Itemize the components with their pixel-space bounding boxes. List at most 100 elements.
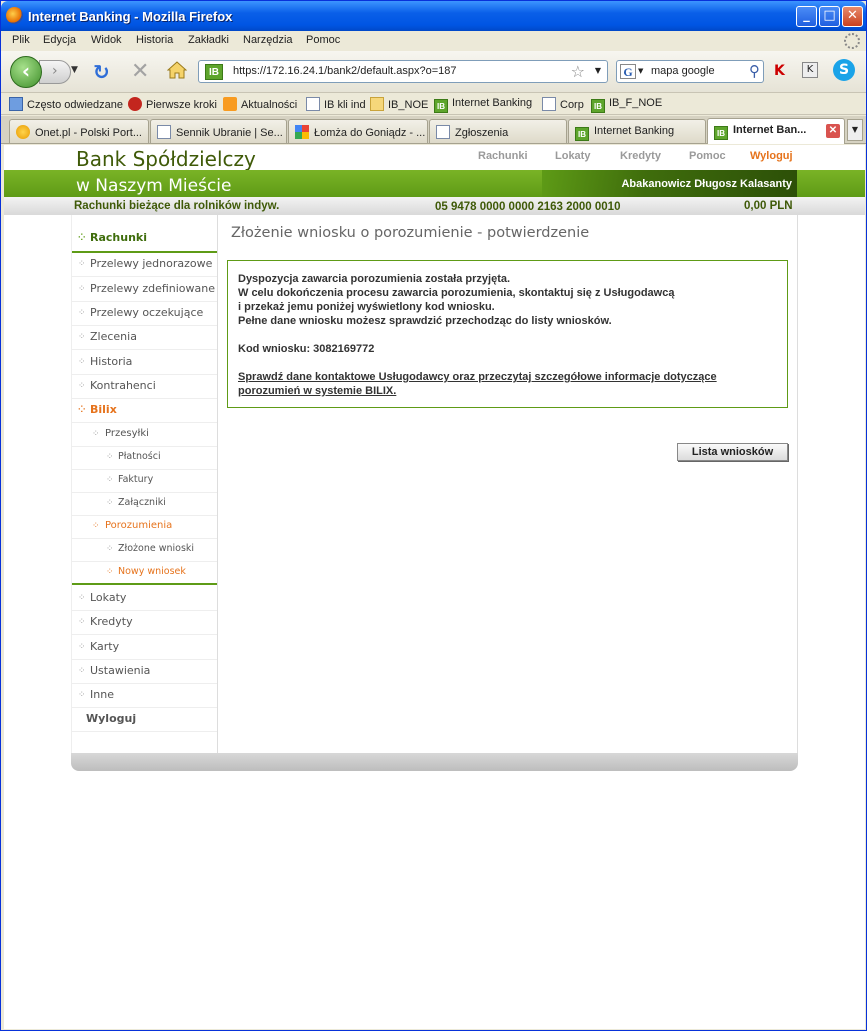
title-bar: Internet Banking - Mozilla Firefox _ □ ✕ (1, 1, 866, 31)
page-icon (436, 125, 450, 139)
page-footer-bar (71, 753, 798, 771)
menu-plik[interactable]: Plik (12, 34, 30, 46)
url-bar[interactable]: IB https://172.16.24.1/bank2/default.asp… (198, 60, 608, 83)
bookmark-aktualnosci[interactable]: Aktualności (223, 97, 297, 111)
bookmark-corp[interactable]: Corp (542, 97, 584, 111)
home-icon[interactable] (167, 61, 187, 79)
stop-icon[interactable]: ✕ (131, 59, 149, 84)
menu-widok[interactable]: Widok (91, 34, 122, 46)
firefox-icon (6, 7, 23, 24)
minimize-button[interactable]: _ (796, 6, 817, 27)
search-box[interactable]: G ▼ mapa google ⚲ (616, 60, 764, 83)
sidebar-item-karty[interactable]: ⁘ Karty (72, 636, 217, 660)
sidebar-item-lokaty[interactable]: ⁘ Lokaty (72, 587, 217, 611)
top-nav-lokaty[interactable]: Lokaty (555, 150, 590, 162)
addon-k-icon[interactable]: K (802, 62, 818, 78)
sidebar: ⁘ Rachunki ⁘ Przelewy jednorazowe ⁘ Przelew… (71, 215, 218, 753)
main-panel: Złożenie wniosku o porozumienie - potwie… (218, 215, 798, 753)
sidebar-item-porozumienia[interactable]: ⁘ Porozumienia (72, 515, 217, 539)
sidebar-item-ustawienia[interactable]: ⁘ Ustawienia (72, 660, 217, 684)
close-button[interactable]: ✕ (842, 6, 863, 27)
url-text[interactable]: https://172.16.24.1/bank2/default.aspx?o… (233, 65, 457, 77)
tab-zgloszenia[interactable]: Zgłoszenia (429, 119, 567, 143)
tab-internet-banking-active[interactable]: IB Internet Ban... ✕ (707, 118, 845, 144)
tab-lomza[interactable]: Łomża do Goniądz - ... (288, 119, 428, 143)
bullet-icon: ⁘ (78, 233, 86, 243)
menu-narzedzia[interactable]: Narzędzia (243, 34, 293, 46)
maximize-button[interactable]: □ (819, 6, 840, 27)
contact-info-link[interactable]: Sprawdź dane kontaktowe Usługodawcy oraz… (238, 371, 717, 397)
search-input[interactable]: mapa google (651, 65, 715, 77)
sidebar-item-przelewy-zdefiniowane[interactable]: ⁘ Przelewy zdefiniowane (72, 278, 217, 302)
menu-historia[interactable]: Historia (136, 34, 173, 46)
sidebar-item-platnosci[interactable]: ⁘ Płatności (72, 446, 217, 470)
bullet-icon: ⁘ (78, 357, 86, 367)
sidebar-item-faktury[interactable]: ⁘ Faktury (72, 469, 217, 493)
onet-icon (16, 125, 30, 139)
page-content: Bank Spółdzielczy Rachunki Lokaty Kredyt… (4, 145, 865, 1029)
sidebar-item-zlozone-wnioski[interactable]: ⁘ Złożone wnioski (72, 538, 217, 562)
header-green-bar: w Naszym Mieście Abakanowicz Długosz Kal… (4, 170, 865, 197)
menu-zakladki[interactable]: Zakładki (188, 34, 229, 46)
reload-icon[interactable]: ↻ (93, 60, 110, 84)
page-icon (157, 125, 171, 139)
tab-sennik[interactable]: Sennik Ubranie | Se... (150, 119, 287, 143)
bookmark-ib-noe[interactable]: IB_NOE (370, 97, 428, 111)
bullet-icon: ⁘ (78, 593, 86, 603)
sidebar-item-nowy-wniosek[interactable]: ⁘ Nowy wniosek (72, 561, 217, 585)
sidebar-item-zlecenia[interactable]: ⁘ Zlecenia (72, 326, 217, 350)
message-line: Dyspozycja zawarcia porozumienia została… (238, 273, 511, 285)
sidebar-item-przesylki[interactable]: ⁘ Przesyłki (72, 423, 217, 447)
bookmark-ib-kli-ind[interactable]: IB kli ind (306, 97, 366, 111)
folder-icon (370, 97, 384, 111)
skype-icon[interactable]: S (833, 59, 855, 81)
top-nav-pomoc[interactable]: Pomoc (689, 150, 726, 162)
bullet-icon: ⁘ (78, 666, 86, 676)
sidebar-item-inne[interactable]: ⁘ Inne (72, 684, 217, 708)
sidebar-item-wyloguj[interactable]: Wyloguj (72, 708, 217, 732)
top-nav-rachunki[interactable]: Rachunki (478, 150, 528, 162)
menu-edycja[interactable]: Edycja (43, 34, 76, 46)
sidebar-item-historia[interactable]: ⁘ Historia (72, 351, 217, 375)
search-icon[interactable]: ⚲ (749, 62, 760, 80)
page-title: Złożenie wniosku o porozumienie - potwie… (231, 225, 590, 241)
bullet-icon: ⁘ (106, 567, 114, 577)
bookmark-czesto-odwiedzane[interactable]: Często odwiedzane (9, 97, 123, 111)
ib-icon: IB (434, 99, 448, 113)
browser-window: Internet Banking - Mozilla Firefox _ □ ✕… (0, 0, 867, 1031)
request-list-button[interactable]: Lista wniosków (677, 443, 788, 461)
history-dropdown-icon[interactable]: ▼ (71, 65, 78, 75)
engine-dropdown-icon[interactable]: ▼ (638, 67, 643, 75)
sidebar-item-kredyty[interactable]: ⁘ Kredyty (72, 611, 217, 635)
top-nav-wyloguj[interactable]: Wyloguj (750, 150, 793, 162)
tab-list-dropdown-icon[interactable]: ▼ (847, 119, 863, 141)
bookmark-internet-banking[interactable]: IB Internet Banking (434, 97, 532, 113)
sidebar-item-bilix[interactable]: ⁘ Bilix (72, 399, 217, 423)
sidebar-item-kontrahenci[interactable]: ⁘ Kontrahenci (72, 375, 217, 399)
kaspersky-icon[interactable]: K (774, 63, 785, 79)
url-dropdown-icon[interactable]: ▼ (595, 66, 601, 75)
account-balance: 0,00 PLN (744, 200, 793, 212)
back-button[interactable]: ‹ (10, 56, 42, 88)
forward-button[interactable]: › (39, 60, 71, 84)
account-name[interactable]: Rachunki bieżące dla rolników indyw. (74, 200, 279, 212)
bullet-icon: ⁘ (78, 690, 86, 700)
sidebar-item-przelewy-jednorazowe[interactable]: ⁘ Przelewy jednorazowe (72, 253, 217, 277)
sidebar-item-zalaczniki[interactable]: ⁘ Załączniki (72, 492, 217, 516)
sidebar-item-rachunki[interactable]: ⁘ Rachunki (72, 227, 217, 253)
top-nav-kredyty[interactable]: Kredyty (620, 150, 661, 162)
sidebar-item-przelewy-oczekujace[interactable]: ⁘ Przelewy oczekujące (72, 302, 217, 326)
bookmark-ib-f-noe[interactable]: IB IB_F_NOE (591, 97, 662, 113)
menu-pomoc[interactable]: Pomoc (306, 34, 340, 46)
tab-internet-banking[interactable]: IB Internet Banking (568, 119, 706, 143)
bullet-icon: ⁘ (92, 521, 100, 531)
tab-onet[interactable]: Onet.pl - Polski Port... (9, 119, 149, 143)
rss-icon (223, 97, 237, 111)
tab-close-icon[interactable]: ✕ (826, 124, 840, 138)
ib-icon: IB (714, 126, 728, 140)
bookmark-pierwsze-kroki[interactable]: Pierwsze kroki (128, 97, 217, 111)
google-engine-icon[interactable]: G (620, 64, 636, 79)
ib-icon: IB (575, 127, 589, 141)
bookmark-star-icon[interactable]: ☆ (571, 62, 585, 81)
often-visited-icon (9, 97, 23, 111)
